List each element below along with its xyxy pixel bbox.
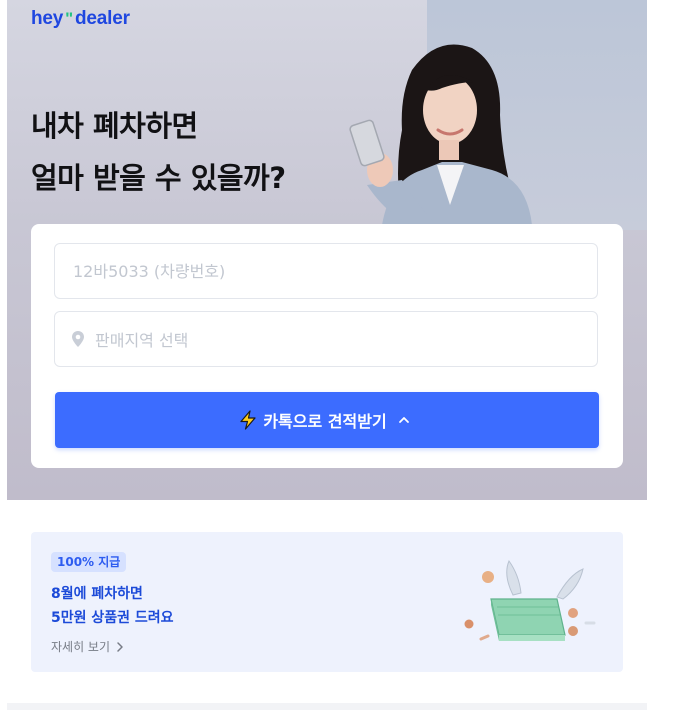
- promo-title: 8월에 폐차하면 5만원 상품권 드려요: [51, 582, 174, 630]
- heydealer-logo[interactable]: hey " dealer: [31, 8, 130, 30]
- winged-money-illustration: [464, 559, 596, 641]
- logo-text-dealer: dealer: [75, 8, 130, 29]
- location-pin-icon: [72, 331, 84, 347]
- promo-badge: 100% 지급: [51, 552, 127, 572]
- estimate-form-card: 판매지역 선택 카톡으로 견적받기: [31, 224, 623, 468]
- chevron-up-icon: [398, 417, 409, 423]
- smiling-woman-holding-phone-image: [349, 44, 532, 225]
- promo-banner[interactable]: 100% 지급 8월에 폐차하면 5만원 상품권 드려요 자세히 보기: [31, 532, 623, 672]
- region-placeholder: 판매지역 선택: [95, 331, 189, 350]
- kakao-estimate-button[interactable]: 카톡으로 견적받기: [55, 392, 599, 448]
- details-link-label: 자세히 보기: [51, 640, 111, 654]
- promo-title-line-2: 5만원 상품권 드려요: [51, 610, 174, 626]
- headline-line-2: 얼마 받을 수 있을까?: [31, 161, 286, 195]
- logo-text-hey: hey: [31, 8, 64, 29]
- headline-line-1: 내차 폐차하면: [31, 109, 198, 143]
- region-select[interactable]: 판매지역 선택: [54, 311, 598, 367]
- cta-label: 카톡으로 견적받기: [263, 412, 387, 431]
- promo-title-line-1: 8월에 폐차하면: [51, 586, 143, 602]
- next-section-divider: [7, 703, 647, 710]
- lightning-icon: [240, 410, 256, 430]
- details-link[interactable]: 자세히 보기: [51, 638, 124, 655]
- hero-headline: 내차 폐차하면 얼마 받을 수 있을까?: [31, 100, 286, 204]
- car-plate-input[interactable]: [71, 260, 597, 282]
- car-plate-field[interactable]: [54, 243, 598, 299]
- logo-mark: ": [65, 9, 74, 28]
- chevron-right-icon: [117, 641, 123, 652]
